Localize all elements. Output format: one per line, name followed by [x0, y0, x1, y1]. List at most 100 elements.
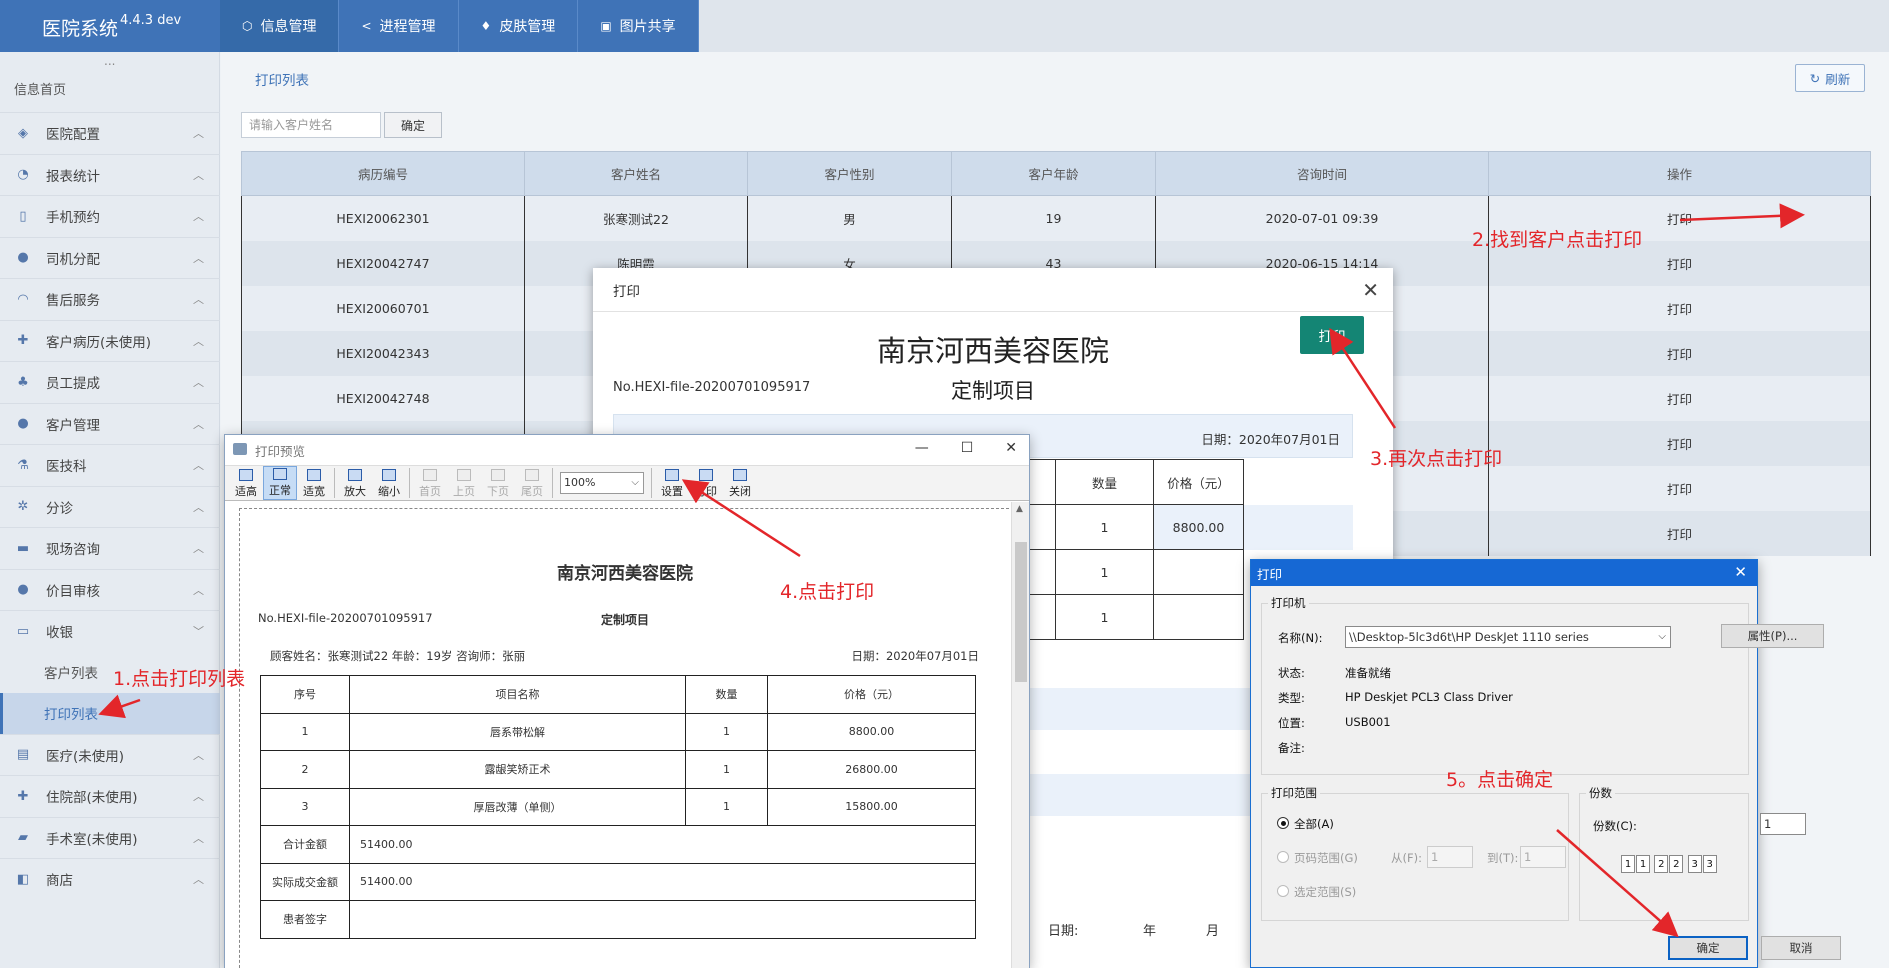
toolbar-button[interactable]: 设置	[655, 466, 689, 500]
range-selection-label[interactable]: 选定范围(S)	[1294, 884, 1356, 900]
cancel-button[interactable]: 取消	[1761, 936, 1841, 960]
sidebar-item[interactable]: ● 司机分配 ︿	[0, 236, 220, 279]
sidebar-home[interactable]: 信息首页	[14, 79, 66, 98]
toolbar-button[interactable]: 放大	[338, 466, 372, 500]
refresh-button[interactable]: ↻ 刷新	[1795, 64, 1865, 92]
zoom-select[interactable]: 100% ⌵	[560, 472, 644, 494]
range-pages-radio[interactable]	[1277, 851, 1289, 863]
toolbar-button[interactable]: 首页	[413, 466, 447, 500]
chevron-up-icon: ︿	[193, 210, 204, 223]
preview-items-table: 序号 项目名称 数量 价格（元） 1 唇系带松解 1 8800.00 2 露龈笑…	[260, 675, 976, 939]
sidebar-item[interactable]: ✚ 住院部(未使用) ︿	[0, 775, 220, 817]
next-page-icon	[491, 469, 505, 481]
nav-label: 进程管理	[379, 19, 436, 35]
collate-page-2: 2	[1669, 855, 1684, 873]
nav-info-management[interactable]: ⬡ 信息管理	[220, 0, 340, 52]
dialog-print-button[interactable]: 打印	[1300, 316, 1364, 354]
nav-process-management[interactable]: < 进程管理	[339, 0, 459, 52]
print-link[interactable]: 打印	[1488, 285, 1871, 331]
copies-group-label: 份数	[1586, 785, 1615, 801]
image-icon: ▣	[600, 19, 612, 33]
signature-value	[349, 900, 976, 939]
cell-price: 8800.00	[1153, 504, 1244, 550]
from-page-input[interactable]: 1	[1427, 846, 1473, 868]
range-selection-radio[interactable]	[1277, 885, 1289, 897]
sidebar-item[interactable]: ▰ 手术室(未使用) ︿	[0, 816, 220, 859]
sidebar-item[interactable]: ● 客户管理 ︿	[0, 402, 220, 445]
sidebar-item[interactable]: ◠ 售后服务 ︿	[0, 278, 220, 320]
document-subtitle: 定制项目	[951, 379, 1035, 403]
close-icon[interactable]: ✕	[1734, 563, 1747, 581]
sidebar-item[interactable]: ● 价目审核 ︿	[0, 568, 220, 611]
toolbar-button[interactable]: 适宽	[297, 466, 331, 500]
cell-gender: 男	[747, 195, 952, 241]
annotation-step-4: 4.点击打印	[780, 581, 875, 603]
minimize-icon[interactable]: —	[915, 440, 929, 456]
headset-icon: ◠	[17, 291, 29, 307]
chevron-up-icon: ︿	[193, 168, 204, 182]
sidebar-item[interactable]: ♣ 员工提成 ︿	[0, 361, 220, 403]
toolbar-button[interactable]: 下页	[481, 466, 515, 500]
toolbar-button[interactable]: 打印	[689, 466, 723, 500]
sidebar-item[interactable]: ⚗ 医技科 ︿	[0, 444, 220, 486]
print-link[interactable]: 打印	[1488, 375, 1871, 421]
print-link[interactable]: 打印	[1488, 510, 1871, 556]
cell-price	[1153, 549, 1244, 595]
to-page-input[interactable]: 1	[1520, 846, 1566, 868]
sidebar-item[interactable]: ▭ 收银 ﹀	[0, 610, 220, 652]
sidebar-subitem[interactable]: 打印列表	[0, 692, 220, 734]
nav-image-share[interactable]: ▣ 图片共享	[578, 0, 699, 52]
maximize-icon[interactable]: ☐	[961, 440, 974, 456]
range-pages-label[interactable]: 页码范围(G)	[1294, 850, 1358, 866]
close-icon[interactable]: ✕	[1005, 440, 1017, 456]
brand: 医院系统 4.4.3 dev	[0, 0, 220, 52]
print-link[interactable]: 打印	[1488, 465, 1871, 511]
breadcrumb[interactable]: 打印列表	[255, 69, 309, 89]
scroll-up-icon[interactable]: ▲	[1016, 504, 1023, 514]
sidebar-item[interactable]: ◈ 医院配置 ︿	[0, 112, 220, 154]
range-all-label[interactable]: 全部(A)	[1294, 816, 1334, 832]
customer-search-input[interactable]: 请输入客户姓名	[241, 112, 381, 138]
nav-skin-management[interactable]: ♦ 皮肤管理	[459, 0, 579, 52]
print-link[interactable]: 打印	[1488, 420, 1871, 466]
annotation-step-3: 3.再次点击打印	[1370, 448, 1503, 470]
preview-scrollbar[interactable]: ▲	[1011, 502, 1029, 968]
toolbar-button[interactable]: 适高	[229, 466, 263, 500]
printer-name-select[interactable]: \\Desktop-5lc3d6t\HP DeskJet 1110 series…	[1345, 626, 1671, 648]
sidebar-collapse-dots[interactable]: ...	[104, 54, 115, 68]
ok-button[interactable]: 确定	[1668, 936, 1748, 960]
col-customer-name: 客户姓名	[524, 151, 748, 196]
chevron-up-icon: ︿	[193, 251, 204, 265]
sidebar-item-label: 司机分配	[46, 251, 100, 268]
sidebar-item[interactable]: ✚ 客户病历(未使用) ︿	[0, 319, 220, 362]
properties-button[interactable]: 属性(P)...	[1721, 624, 1824, 648]
cell-price	[1153, 594, 1244, 640]
sidebar-item[interactable]: ▤ 医疗(未使用) ︿	[0, 733, 220, 776]
collate-page-3: 3	[1687, 855, 1702, 873]
chevron-down-icon: ⌵	[1658, 631, 1666, 642]
item-name: 唇系带松解	[349, 712, 686, 751]
sidebar-item[interactable]: ◔ 报表统计 ︿	[0, 153, 220, 196]
cell-quantity: 1	[1055, 594, 1154, 640]
sidebar-item[interactable]: ◧ 商店 ︿	[0, 858, 220, 900]
sidebar-item[interactable]: ▯ 手机预约 ︿	[0, 195, 220, 237]
search-confirm-button[interactable]: 确定	[384, 112, 442, 138]
toolbar-button[interactable]: 缩小	[372, 466, 406, 500]
toolbar-button[interactable]: 关闭	[723, 466, 757, 500]
close-icon[interactable]: ✕	[1362, 278, 1379, 302]
sidebar-item[interactable]: ▬ 现场咨询 ︿	[0, 527, 220, 569]
sidebar-item[interactable]: ✲ 分诊 ︿	[0, 485, 220, 528]
fit-height-icon	[239, 469, 253, 481]
preview-customer-info: 顾客姓名：张寒测试22 年龄：19岁 咨询师：张丽	[270, 649, 526, 663]
toolbar-button[interactable]: 尾页	[515, 466, 549, 500]
copies-input[interactable]: 1	[1760, 813, 1806, 835]
print-link[interactable]: 打印	[1488, 330, 1871, 376]
document-date: 日期：2020年07月01日	[1201, 432, 1340, 447]
desktop-icon: ▬	[16, 540, 30, 556]
scroll-thumb[interactable]	[1015, 542, 1027, 682]
toolbar-button[interactable]: 上页	[447, 466, 481, 500]
range-all-radio[interactable]	[1277, 817, 1289, 829]
settings-icon	[665, 469, 679, 481]
toolbar-button-label: 放大	[344, 485, 366, 498]
toolbar-button[interactable]: 正常	[263, 466, 297, 500]
